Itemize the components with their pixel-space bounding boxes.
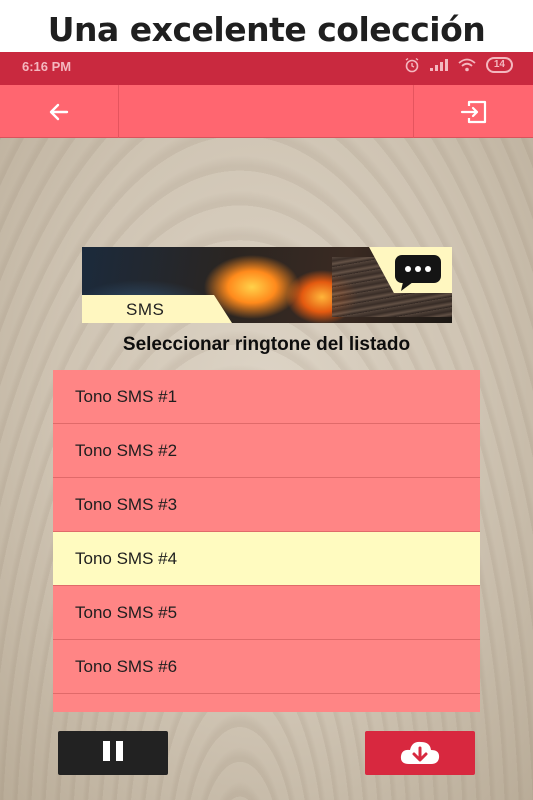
exit-button[interactable] [414, 85, 533, 138]
banner-label: SMS [126, 300, 165, 319]
signal-icon [429, 59, 448, 71]
cloud-download-icon [400, 741, 440, 764]
back-button[interactable] [0, 85, 118, 138]
list-item[interactable]: Tono SMS #1 [53, 370, 480, 424]
status-time: 6:16 PM [22, 59, 72, 74]
list-item-label: Tono SMS #5 [75, 602, 178, 622]
battery-icon: 14 [485, 57, 513, 73]
pause-icon [100, 740, 126, 766]
chat-bubble-icon [395, 255, 441, 291]
alarm-icon [405, 57, 419, 73]
arrow-left-icon [49, 103, 69, 120]
ringtone-list[interactable]: Tono SMS #1 Tono SMS #2 Tono SMS #3 Tono… [53, 370, 480, 712]
list-item[interactable]: Tono SMS #2 [53, 424, 480, 478]
status-icons: 14 [404, 57, 513, 73]
list-item-label: Tono SMS #2 [75, 440, 178, 460]
app-bar [0, 85, 533, 138]
wifi-icon [458, 58, 476, 72]
list-item[interactable]: Tono SMS #3 [53, 478, 480, 532]
promo-title: Una excelente colección [47, 10, 486, 49]
list-item[interactable] [53, 694, 480, 712]
exit-icon [460, 100, 486, 123]
app-bar-divider [118, 85, 119, 138]
list-item-selected[interactable]: Tono SMS #4 [53, 532, 480, 586]
main-content: SMS Seleccionar ringtone del listado Ton… [0, 138, 533, 800]
list-item-label: Tono SMS #3 [75, 494, 178, 514]
banner-image: SMS [82, 247, 452, 323]
list-item-label: Tono SMS #4 [75, 548, 178, 568]
status-bar: 6:16 PM 14 [0, 52, 533, 85]
phone-screen: 6:16 PM 14 SMS Seleccionar ringtone del … [0, 52, 533, 800]
list-item-label: Tono SMS #6 [75, 656, 178, 676]
list-item[interactable]: Tono SMS #6 [53, 640, 480, 694]
list-item[interactable]: Tono SMS #5 [53, 586, 480, 640]
download-button[interactable] [365, 731, 475, 775]
list-item-label: Tono SMS #1 [75, 386, 178, 406]
page-heading: Seleccionar ringtone del listado [122, 334, 411, 355]
pause-button[interactable] [58, 731, 168, 775]
